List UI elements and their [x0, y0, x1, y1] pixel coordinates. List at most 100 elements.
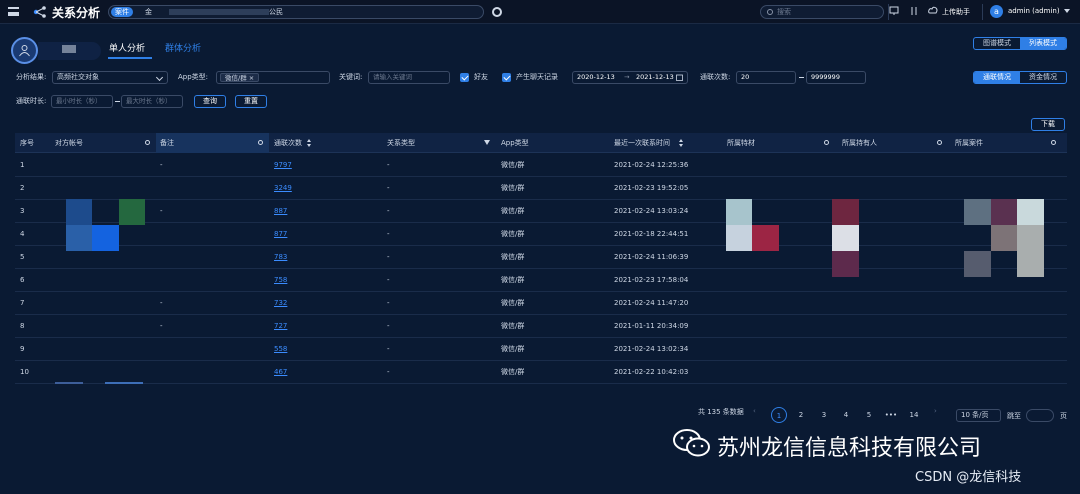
- cell-relation: -: [387, 299, 390, 307]
- chat-record-label: 产生聊天记录: [516, 73, 558, 81]
- table-row: 3 - 887 - 微信/群 2021-02-24 13:03:24: [15, 200, 1067, 223]
- sort-icon[interactable]: [909, 6, 919, 16]
- global-search-input[interactable]: 搜索: [760, 5, 884, 19]
- list-mode-button[interactable]: 列表模式: [1020, 38, 1066, 49]
- page-7[interactable]: 14: [906, 407, 922, 423]
- cell-app: 微信/群: [501, 207, 525, 215]
- cell-last-contact: 2021-02-24 11:06:39: [614, 253, 689, 261]
- redacted-block: [726, 199, 752, 225]
- company-watermark: 苏州龙信信息科技有限公司: [717, 436, 982, 461]
- page-5[interactable]: 5: [861, 407, 877, 423]
- cell-no: 5: [20, 253, 25, 261]
- menu-icon[interactable]: [8, 7, 19, 16]
- cell-app: 微信/群: [501, 345, 525, 353]
- page-size-select[interactable]: 10 条/页: [956, 409, 1001, 422]
- cell-note: -: [160, 207, 163, 215]
- filter-icon[interactable]: [484, 140, 490, 145]
- cell-no: 10: [20, 368, 29, 376]
- cell-no: 1: [20, 161, 25, 169]
- user-avatar[interactable]: a: [990, 5, 1003, 18]
- app-type-chip[interactable]: 微信/群 ×: [220, 73, 260, 82]
- chevron-down-icon[interactable]: [1064, 9, 1070, 13]
- cell-count[interactable]: 558: [274, 338, 287, 361]
- friend-checkbox[interactable]: [460, 73, 469, 82]
- download-button[interactable]: 下载: [1031, 118, 1065, 131]
- screen-icon[interactable]: [889, 6, 899, 16]
- next-page-icon[interactable]: ›: [934, 407, 937, 415]
- cell-relation: -: [387, 345, 390, 353]
- cell-note: -: [160, 161, 163, 169]
- cell-last-contact: 2021-02-23 19:52:05: [614, 184, 689, 192]
- cell-count[interactable]: 887: [274, 200, 287, 223]
- gear-icon[interactable]: [492, 7, 502, 17]
- cell-last-contact: 2021-02-23 17:58:04: [614, 276, 689, 284]
- duration-min-input[interactable]: 最小时长（秒）: [51, 95, 113, 108]
- col-no: 序号: [20, 139, 34, 147]
- cell-last-contact: 2021-02-24 11:47:20: [614, 299, 689, 307]
- col-count[interactable]: 通联次数: [274, 133, 302, 153]
- table-row: 8 - 727 - 微信/群 2021-01-11 20:34:09: [15, 315, 1067, 338]
- search-icon[interactable]: [824, 140, 829, 145]
- cell-count[interactable]: 758: [274, 269, 287, 292]
- col-relation: 关系类型: [387, 139, 415, 147]
- contact-situation-tab[interactable]: 通联情况: [974, 72, 1020, 83]
- search-icon[interactable]: [145, 140, 150, 145]
- cell-count[interactable]: 783: [274, 246, 287, 269]
- redacted-case-name: [169, 9, 269, 15]
- case-selector[interactable]: 案件 金 公民: [108, 5, 484, 19]
- redacted-block: [1017, 199, 1044, 225]
- col-app: App类型: [501, 139, 529, 147]
- page-jump-input[interactable]: [1026, 409, 1054, 422]
- cell-relation: -: [387, 230, 390, 238]
- keyword-input[interactable]: 请输入关键词: [368, 71, 450, 84]
- fund-situation-tab[interactable]: 资金情况: [1020, 72, 1066, 83]
- upload-assistant-label[interactable]: 上传助手: [942, 7, 970, 17]
- cell-count[interactable]: 732: [274, 292, 287, 315]
- analysis-result-label: 分析结果:: [16, 73, 47, 81]
- col-last-contact[interactable]: 最近一次联系时间: [614, 133, 670, 153]
- total-count: 共 135 条数据: [698, 408, 744, 416]
- tab-single-analysis[interactable]: 单人分析: [109, 41, 145, 54]
- search-icon[interactable]: [937, 140, 942, 145]
- page-2[interactable]: 2: [793, 407, 809, 423]
- page-size-value: 10 条/页: [961, 411, 989, 419]
- table-row: 2 3249 - 微信/群 2021-02-23 19:52:05: [15, 177, 1067, 200]
- cell-last-contact: 2021-02-24 13:02:34: [614, 345, 689, 353]
- graph-mode-button[interactable]: 图谱模式: [974, 38, 1020, 49]
- sort-icon[interactable]: [679, 139, 683, 147]
- cell-count[interactable]: 3249: [274, 177, 292, 200]
- page-1[interactable]: 1: [771, 407, 787, 423]
- relation-graph-icon: [33, 6, 46, 18]
- search-icon[interactable]: [258, 140, 263, 145]
- cell-count[interactable]: 727: [274, 315, 287, 338]
- cell-count[interactable]: 467: [274, 361, 287, 384]
- search-icon[interactable]: [1051, 140, 1056, 145]
- cell-count[interactable]: 877: [274, 223, 287, 246]
- query-button[interactable]: 查询: [194, 95, 226, 108]
- page-4[interactable]: 4: [838, 407, 854, 423]
- redacted-block: [964, 251, 991, 277]
- redacted-block: [832, 225, 859, 251]
- page-3[interactable]: 3: [816, 407, 832, 423]
- sort-icon[interactable]: [307, 139, 311, 147]
- analysis-result-select[interactable]: 高频社交对象: [52, 71, 168, 84]
- cell-app: 微信/群: [501, 184, 525, 192]
- redacted-block: [991, 225, 1017, 251]
- date-range-picker[interactable]: 2020-12-13 → 2021-12-13: [572, 71, 688, 84]
- app-type-select[interactable]: 微信/群 ×: [216, 71, 330, 84]
- contact-count-min[interactable]: 20: [736, 71, 796, 84]
- chat-record-checkbox[interactable]: [502, 73, 511, 82]
- cell-count[interactable]: 9797: [274, 154, 292, 177]
- duration-max-input[interactable]: 最大时长（秒）: [121, 95, 183, 108]
- cell-no: 6: [20, 276, 25, 284]
- contact-count-max[interactable]: 9999999: [806, 71, 866, 84]
- prev-page-icon[interactable]: ‹: [753, 407, 756, 415]
- user-name[interactable]: admin (admin): [1008, 7, 1060, 15]
- reset-button[interactable]: 重置: [235, 95, 267, 108]
- cell-relation: -: [387, 276, 390, 284]
- page-6[interactable]: •••: [883, 407, 899, 423]
- cell-last-contact: 2021-01-11 20:34:09: [614, 322, 689, 330]
- cloud-upload-icon[interactable]: [928, 6, 938, 16]
- search-placeholder: 搜索: [777, 8, 791, 16]
- tab-group-analysis[interactable]: 群体分析: [165, 41, 201, 54]
